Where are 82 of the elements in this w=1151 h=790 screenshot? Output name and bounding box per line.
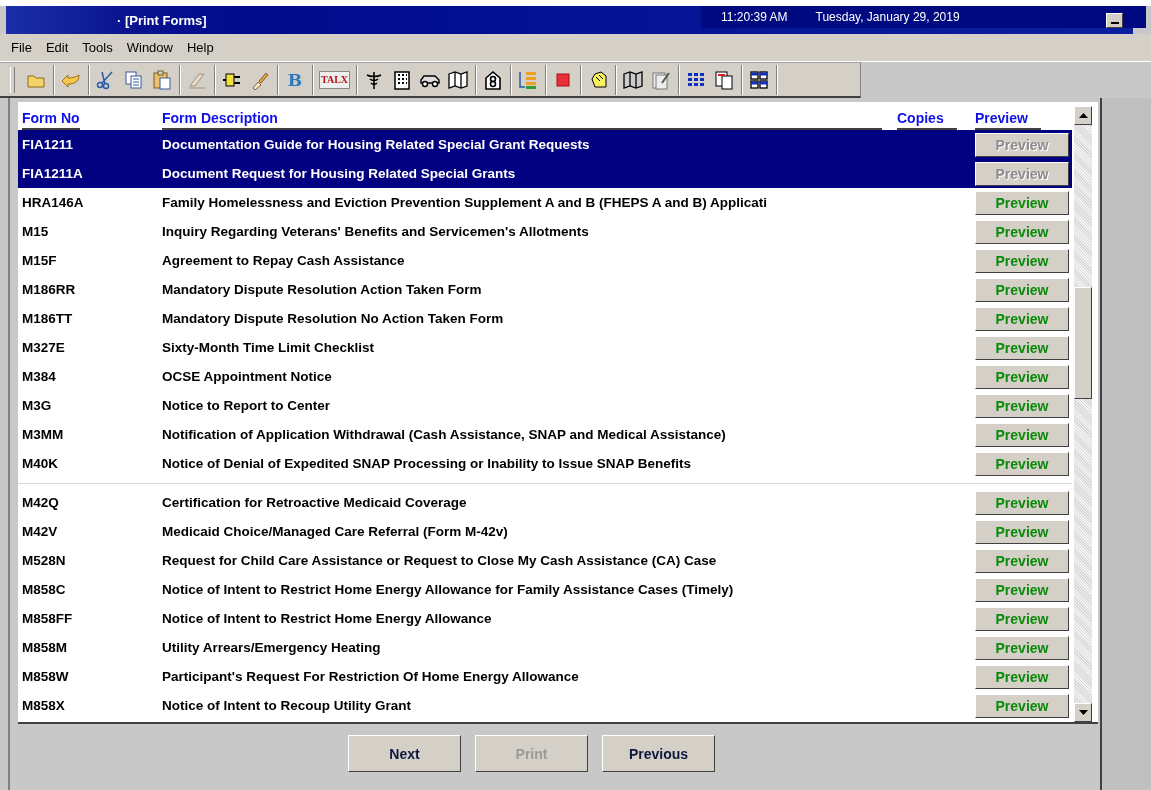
- form-description: Participant's Request For Restriction Of Home Energy Allowance: [162, 669, 579, 684]
- form-number: M15F: [22, 253, 57, 268]
- menu-item[interactable]: Help: [186, 40, 214, 55]
- table-row[interactable]: M858FF Notice of Intent to Restrict Home Energy Allowance Preview: [18, 604, 1072, 633]
- form-description: Mandatory Dispute Resolution No Action Taken Form: [162, 311, 504, 326]
- form-description: Notice of Intent to Restrict Home Energy Allowance: [162, 611, 492, 626]
- form-description: Family Homelessness and Eviction Prevention Supplement A and B (FHEPS A and B) Applicati: [162, 195, 768, 210]
- form-number: M3G: [22, 398, 52, 413]
- table-row[interactable]: HRA146A Family Homelessness and Eviction Prevention Supplement A and B (FHEPS A and B) Applicati Preview: [18, 188, 1072, 217]
- table-row[interactable]: FIA1211 Documentation Guide for Housing Related Special Grant Requests Preview: [18, 130, 1072, 159]
- table-row[interactable]: M384 OCSE Appointment Notice Preview: [18, 362, 1072, 391]
- form-number: M42Q: [22, 495, 59, 510]
- form-number: M186TT: [22, 311, 73, 326]
- menu-item[interactable]: Window: [126, 40, 173, 55]
- table-row[interactable]: FIA1211A Document Request for Housing Related Special Grants Preview: [18, 159, 1072, 188]
- table-row[interactable]: M15 Inquiry Regarding Veterans' Benefits and Servicemen's Allotments Preview: [18, 217, 1072, 246]
- form-description: Notice of Denial of Expedited SNAP Processing or Inability to Issue SNAP Benefits: [162, 456, 692, 471]
- table-row[interactable]: M186RR Mandatory Dispute Resolution Action Taken Form Preview: [18, 275, 1072, 304]
- clock-date: Tuesday, January 29, 2019: [815, 10, 960, 24]
- table-row[interactable]: M3G Notice to Report to Center Preview: [18, 391, 1072, 420]
- tiles-icon[interactable]: [748, 68, 771, 91]
- form-description: Notice of Intent to Restrict Home Energy Allowance for Family Assistance Cases (Timely): [162, 582, 734, 597]
- form-number: M858C: [22, 582, 66, 597]
- table-row[interactable]: M40K Notice of Denial of Expedited SNAP Processing or Inability to Issue SNAP Benefits Preview: [18, 449, 1072, 478]
- form-description: Certification for Retroactive Medicaid Coverage: [162, 495, 467, 510]
- form-number: M40K: [22, 456, 58, 471]
- table-row[interactable]: M858W Participant's Request For Restriction Of Home Energy Allowance Preview: [18, 662, 1072, 691]
- form-description: Notice of Intent to Recoup Utility Grant: [162, 698, 411, 713]
- table-row[interactable]: M858M Utility Arrears/Emergency Heating Preview: [18, 633, 1072, 662]
- scrollbar[interactable]: [1074, 106, 1092, 722]
- table-row[interactable]: M528N Request for Child Care Assistance or Request to Close My Cash Assistance (CA) Case Preview: [18, 546, 1072, 575]
- form-description: Medicaid Choice/Managed Care Referral (Form M-42v): [162, 524, 508, 539]
- form-description: Agreement to Repay Cash Assistance: [162, 253, 405, 268]
- form-number: M528N: [22, 553, 66, 568]
- table-row[interactable]: M3MM Notification of Application Withdrawal (Cash Assistance, SNAP and Medical Assistance) Preview: [18, 420, 1072, 449]
- form-number: M384: [22, 369, 56, 384]
- table-row[interactable]: M42Q Certification for Retroactive Medicaid Coverage Preview: [18, 488, 1072, 517]
- menu-item[interactable]: File: [11, 40, 32, 55]
- form-number: M186RR: [22, 282, 76, 297]
- table-row[interactable]: M858C Notice of Intent to Restrict Home Energy Allowance for Family Assistance Cases (Timely) Preview: [18, 575, 1072, 604]
- copy-icon[interactable]: [123, 68, 145, 91]
- form-number: FIA1211A: [22, 166, 83, 181]
- table-row[interactable]: M42V Medicaid Choice/Managed Care Referral (Form M-42v) Preview: [18, 517, 1072, 546]
- form-description: Document Request for Housing Related Special Grants: [162, 166, 516, 181]
- form-description: Documentation Guide for Housing Related Special Grant Requests: [162, 137, 590, 152]
- form-number: M327E: [22, 340, 65, 355]
- table-row[interactable]: M15F Agreement to Repay Cash Assistance Preview: [18, 246, 1072, 275]
- scroll-thumb[interactable]: [1074, 287, 1092, 399]
- map-icon[interactable]: [447, 68, 470, 91]
- form-number: HRA146A: [22, 195, 84, 210]
- form-number: M15: [22, 224, 49, 239]
- menu-item[interactable]: Tools: [82, 40, 113, 55]
- form-number: M42V: [22, 524, 58, 539]
- clipboard-icon[interactable]: [151, 68, 173, 91]
- form-description: Utility Arrears/Emergency Heating: [162, 640, 381, 655]
- form-number: M858FF: [22, 611, 73, 626]
- form-description: OCSE Appointment Notice: [162, 369, 332, 384]
- form-number: M858M: [22, 640, 67, 655]
- talx-icon[interactable]: TALX: [319, 70, 351, 89]
- next-button[interactable]: Next: [348, 735, 461, 772]
- down-arrow-icon: [1078, 710, 1088, 715]
- scroll-up-button[interactable]: [1074, 106, 1092, 125]
- form-description: Mandatory Dispute Resolution Action Taken Form: [162, 282, 482, 297]
- table-row[interactable]: M327E Sixty-Month Time Limit Checklist Preview: [18, 333, 1072, 362]
- form-description: Notice to Report to Center: [162, 398, 330, 413]
- clock-time: 11:20:39 AM: [721, 10, 788, 24]
- form-number: FIA1211: [22, 137, 74, 152]
- previous-button[interactable]: Previous: [602, 735, 715, 772]
- menu-item[interactable]: Edit: [45, 40, 69, 55]
- form-description: Inquiry Regarding Veterans' Benefits and Servicemen's Allotments: [162, 224, 589, 239]
- up-arrow-icon: [1078, 113, 1088, 118]
- form-number: M858W: [22, 669, 69, 684]
- form-number: M3MM: [22, 427, 64, 442]
- form-description: Request for Child Care Assistance or Request to Close My Cash Assistance (CA) Case: [162, 553, 717, 568]
- form-description: Notification of Application Withdrawal (Cash Assistance, SNAP and Medical Assistance): [162, 427, 726, 442]
- table-row[interactable]: M186TT Mandatory Dispute Resolution No Action Taken Form Preview: [18, 304, 1072, 333]
- window-title: · [Print Forms]: [117, 12, 207, 28]
- table-row[interactable]: M858X Notice of Intent to Recoup Utility Grant Preview: [18, 691, 1072, 720]
- form-number: M858X: [22, 698, 65, 713]
- scroll-down-button[interactable]: [1074, 703, 1092, 722]
- form-description: Sixty-Month Time Limit Checklist: [162, 340, 375, 355]
- documents-icon[interactable]: [713, 68, 736, 91]
